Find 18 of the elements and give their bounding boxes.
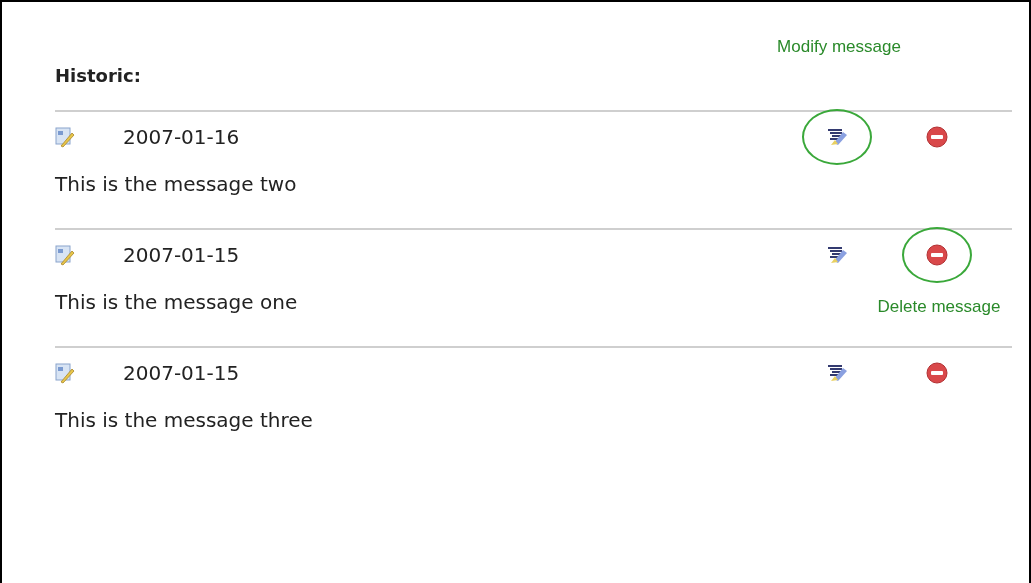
delete-icon[interactable] <box>926 362 948 384</box>
delete-icon[interactable] <box>926 244 948 266</box>
message-text: This is the message three <box>55 407 313 434</box>
annotation-label: Delete message <box>877 296 1001 318</box>
note-icon <box>55 244 75 266</box>
note-icon <box>55 362 75 384</box>
message-text: This is the message one <box>55 289 298 316</box>
edit-icon[interactable] <box>825 127 849 147</box>
edit-icon[interactable] <box>825 245 849 265</box>
message-date: 2007-01-15 <box>123 360 240 387</box>
message-date: 2007-01-16 <box>123 124 240 151</box>
annotation-label: Modify message <box>777 36 901 58</box>
edit-icon[interactable] <box>825 363 849 383</box>
delete-icon[interactable] <box>926 126 948 148</box>
message-text: This is the message two <box>55 171 297 198</box>
section-heading: Historic: <box>55 64 142 88</box>
note-icon <box>55 126 75 148</box>
message-date: 2007-01-15 <box>123 242 240 269</box>
